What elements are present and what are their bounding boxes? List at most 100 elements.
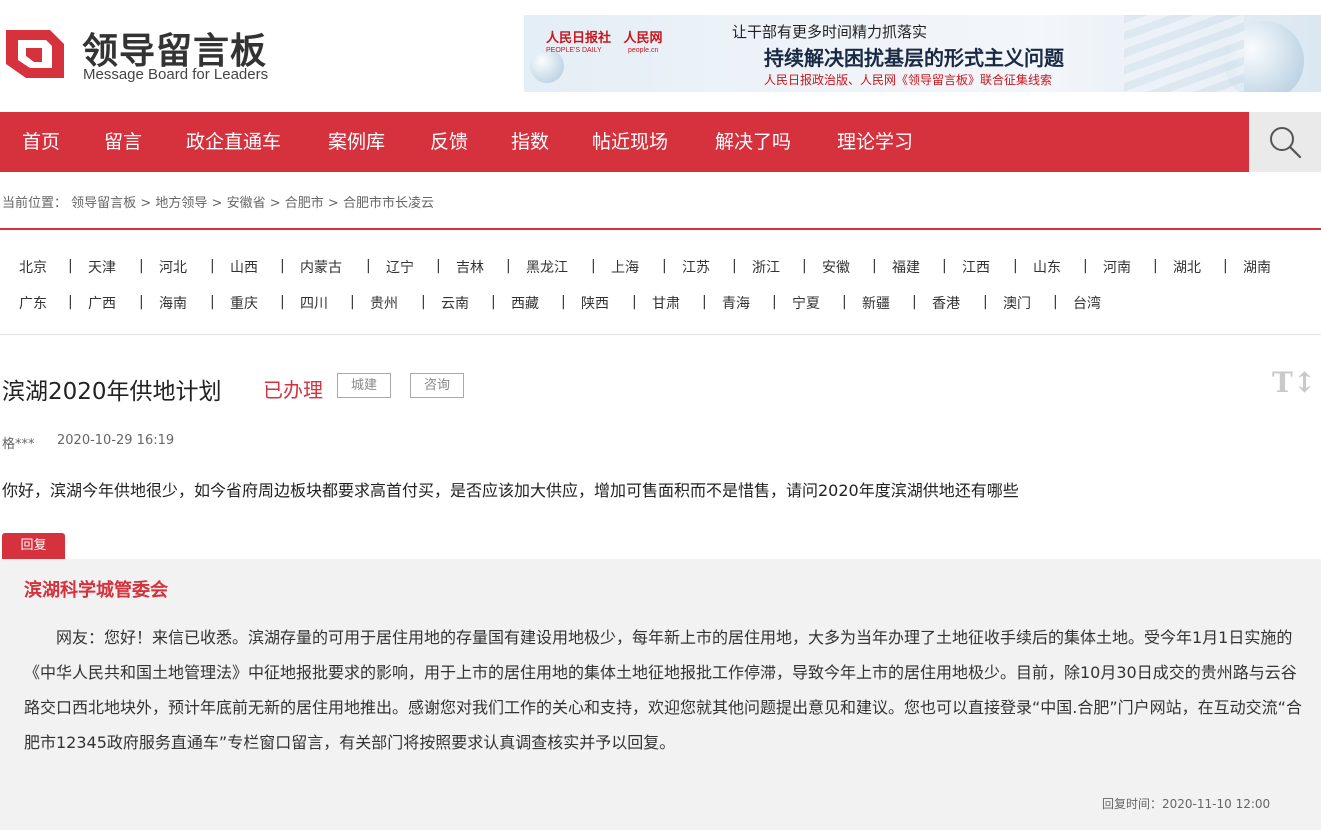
province-link[interactable]: 西藏	[511, 293, 539, 313]
province-separator: |	[491, 294, 496, 310]
province-separator: |	[802, 258, 807, 274]
breadcrumb-separator: >	[211, 196, 223, 211]
breadcrumb-separator: >	[269, 196, 281, 211]
province-separator: |	[506, 258, 511, 274]
province-link[interactable]: 天津	[88, 257, 116, 277]
banner-line-3: 人民日报政治版、人民网《领导留言板》联合征集线索	[764, 73, 1053, 87]
province-link[interactable]: 吉林	[456, 257, 484, 277]
nav-item-theory[interactable]: 理论学习	[837, 112, 913, 172]
nav-item-message[interactable]: 留言	[104, 112, 142, 172]
province-link[interactable]: 湖北	[1173, 257, 1201, 277]
divider	[0, 334, 1321, 335]
province-link[interactable]: 陕西	[581, 293, 609, 313]
nav-item-solved[interactable]: 解决了吗	[715, 112, 791, 172]
banner-logo1-sub: PEOPLE'S DAILY	[546, 47, 602, 54]
province-link[interactable]: 重庆	[230, 293, 258, 313]
province-link[interactable]: 青海	[722, 293, 750, 313]
province-link[interactable]: 台湾	[1073, 293, 1101, 313]
province-link[interactable]: 山东	[1033, 257, 1061, 277]
province-separator: |	[662, 258, 667, 274]
province-link[interactable]: 贵州	[370, 293, 398, 313]
province-link[interactable]: 广东	[19, 293, 47, 313]
search-button[interactable]	[1249, 112, 1321, 172]
nav-item-index[interactable]: 指数	[511, 112, 549, 172]
province-link[interactable]: 河南	[1103, 257, 1131, 277]
province-link[interactable]: 江苏	[682, 257, 710, 277]
logo-subtitle: Message Board for Leaders	[83, 66, 269, 83]
reply-org: 滨湖科学城管委会	[24, 580, 168, 601]
province-link[interactable]: 四川	[300, 293, 328, 313]
province-link[interactable]: 内蒙古	[300, 257, 342, 277]
tag-type[interactable]: 咨询	[410, 373, 464, 398]
banner-logos: 人民日报社 人民网 PEOPLE'S DAILY people.cn	[546, 27, 663, 54]
nav-item-feedback[interactable]: 反馈	[430, 112, 468, 172]
banner-stairs-decoration	[1124, 15, 1244, 92]
message-content: 你好，滨湖今年供地很少，如今省府周边板块都要求高首付买，是否应该加大供应，增加可…	[2, 481, 1019, 500]
province-separator: |	[842, 294, 847, 310]
reply-time-value: 2020-11-10 12:00	[1162, 797, 1271, 811]
header: 领导留言板 Message Board for Leaders 人民日报社 人民…	[0, 0, 1321, 112]
province-link[interactable]: 新疆	[862, 293, 890, 313]
breadcrumb-item[interactable]: 合肥市市长凌云	[343, 196, 434, 211]
main-nav: 首页 留言 政企直通车 案例库 反馈 指数 帖近现场 解决了吗 理论学习	[0, 112, 1249, 172]
province-separator: |	[68, 294, 73, 310]
province-link[interactable]: 江西	[962, 257, 990, 277]
breadcrumb-item[interactable]: 地方领导	[155, 196, 207, 211]
province-link[interactable]: 河北	[159, 257, 187, 277]
province-link[interactable]: 澳门	[1003, 293, 1031, 313]
province-link[interactable]: 北京	[19, 257, 47, 277]
divider	[0, 228, 1321, 230]
reply-time: 回复时间：2020-11-10 12:00	[1102, 795, 1270, 812]
province-separator: |	[702, 294, 707, 310]
province-row-1: 北京 | 天津 | 河北 | 山西 | 内蒙古 | 辽宁 | 吉林 | 黑龙江 | 上海 | 江苏 | 浙江 | 安徽 | 福建…	[0, 257, 1321, 277]
province-separator: |	[139, 258, 144, 274]
province-link[interactable]: 香港	[932, 293, 960, 313]
nav-item-cases[interactable]: 案例库	[328, 112, 385, 172]
banner-line-1: 让干部有更多时间精力抓落实	[732, 23, 928, 41]
province-link[interactable]: 福建	[892, 257, 920, 277]
breadcrumb-separator: >	[327, 196, 339, 211]
nav-item-onsite[interactable]: 帖近现场	[592, 112, 668, 172]
nav-item-home[interactable]: 首页	[22, 112, 60, 172]
province-link[interactable]: 宁夏	[792, 293, 820, 313]
province-link[interactable]: 云南	[441, 293, 469, 313]
province-separator: |	[436, 258, 441, 274]
province-link[interactable]: 广西	[88, 293, 116, 313]
province-separator: |	[561, 294, 566, 310]
province-separator: |	[1153, 258, 1158, 274]
province-separator: |	[591, 258, 596, 274]
province-link[interactable]: 辽宁	[386, 257, 414, 277]
banner-logo-peoples-daily: 人民日报社	[546, 31, 612, 46]
logo-mark-icon	[6, 30, 64, 78]
province-link[interactable]: 湖南	[1243, 257, 1271, 277]
province-link[interactable]: 安徽	[822, 257, 850, 277]
banner-bubble-icon	[530, 49, 564, 83]
banner-line-2: 持续解决困扰基层的形式主义问题	[764, 46, 1064, 70]
province-separator: |	[1083, 258, 1088, 274]
province-link[interactable]: 甘肃	[652, 293, 680, 313]
province-separator: |	[280, 258, 285, 274]
breadcrumb-item[interactable]: 领导留言板	[71, 196, 136, 211]
province-separator: |	[772, 294, 777, 310]
nav-item-enterprise[interactable]: 政企直通车	[186, 112, 281, 172]
province-separator: |	[732, 258, 737, 274]
site-logo[interactable]: 领导留言板 Message Board for Leaders	[4, 22, 304, 86]
province-separator: |	[632, 294, 637, 310]
province-link[interactable]: 海南	[159, 293, 187, 313]
province-separator: |	[1223, 258, 1228, 274]
province-link[interactable]: 上海	[611, 257, 639, 277]
province-separator: |	[68, 258, 73, 274]
breadcrumb-separator: >	[140, 196, 152, 211]
province-separator: |	[366, 258, 371, 274]
tag-category[interactable]: 城建	[337, 373, 391, 398]
breadcrumb-item[interactable]: 安徽省	[227, 196, 266, 211]
province-separator: |	[872, 258, 877, 274]
province-separator: |	[1013, 258, 1018, 274]
breadcrumb-item[interactable]: 合肥市	[285, 196, 324, 211]
campaign-banner[interactable]: 人民日报社 人民网 PEOPLE'S DAILY people.cn 让干部有更…	[524, 15, 1321, 92]
province-link[interactable]: 山西	[230, 257, 258, 277]
status-badge: 已办理	[263, 378, 323, 402]
province-link[interactable]: 黑龙江	[526, 257, 568, 277]
font-size-icon[interactable]: T↕	[1272, 366, 1316, 399]
province-link[interactable]: 浙江	[752, 257, 780, 277]
